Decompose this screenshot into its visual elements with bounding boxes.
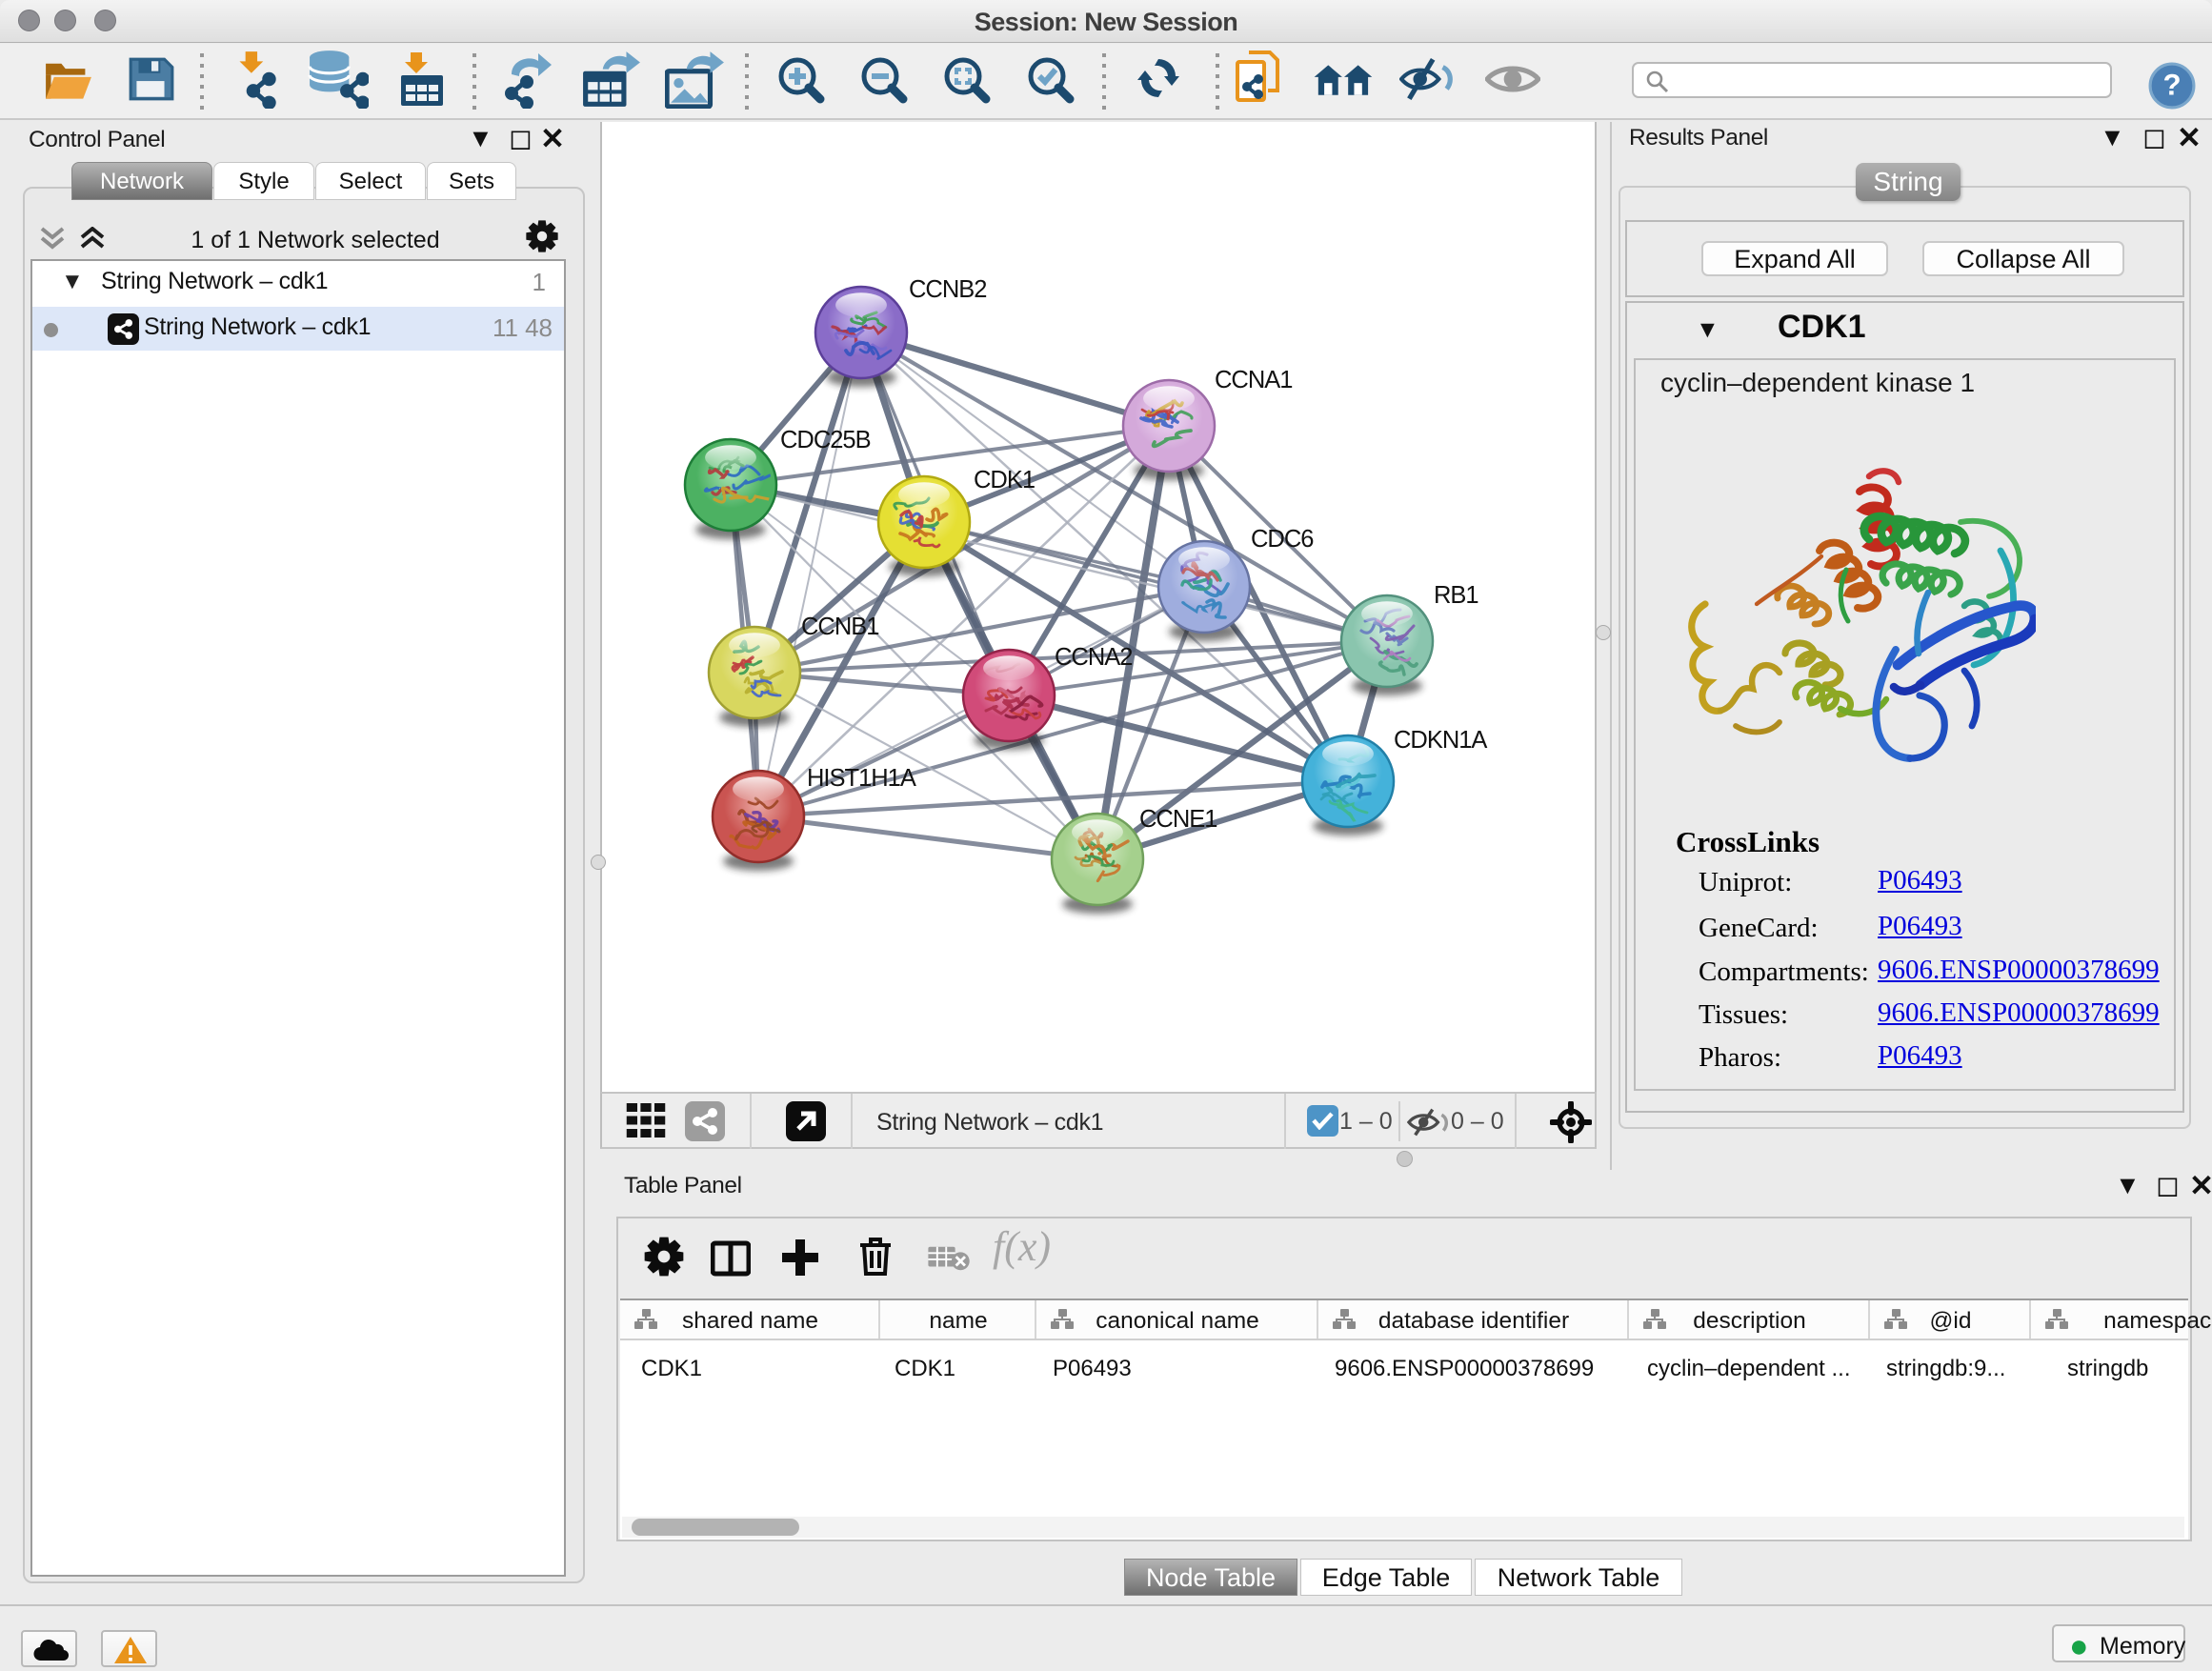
svg-text:CDK1: CDK1 xyxy=(974,467,1035,493)
svg-text:CCNB1: CCNB1 xyxy=(801,614,878,640)
svg-text:HIST1H1A: HIST1H1A xyxy=(807,765,916,792)
svg-text:CDC6: CDC6 xyxy=(1251,526,1314,553)
svg-text:CCNA1: CCNA1 xyxy=(1215,367,1292,393)
svg-text:CCNE1: CCNE1 xyxy=(1139,806,1217,833)
svg-text:?: ? xyxy=(2162,68,2181,101)
svg-text:RB1: RB1 xyxy=(1434,582,1478,609)
svg-text:CDC25B: CDC25B xyxy=(780,427,871,453)
svg-text:CDKN1A: CDKN1A xyxy=(1394,727,1487,754)
svg-text:CCNA2: CCNA2 xyxy=(1055,644,1132,671)
svg-text:CCNB2: CCNB2 xyxy=(909,276,986,303)
